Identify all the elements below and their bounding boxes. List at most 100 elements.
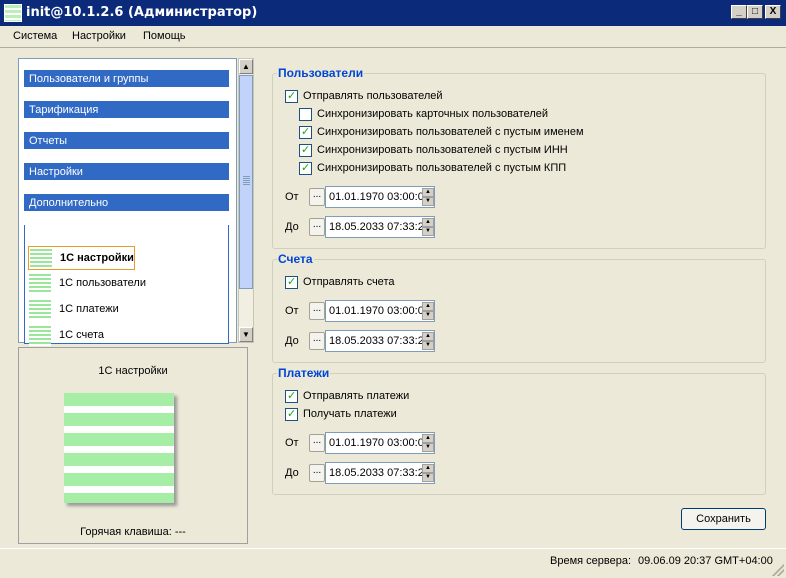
close-button[interactable]: X [765,5,781,19]
datetime-spinner[interactable]: ▲ ▼ [422,218,434,236]
spin-down-icon[interactable]: ▼ [422,341,434,350]
accounts-from-row: От ... 01.01.1970 03:00:00 ▲ ▼ [285,300,455,322]
nav-header-users-groups[interactable]: Пользователи и группы [24,70,229,87]
spin-up-icon[interactable]: ▲ [422,332,434,341]
to-label: До [285,335,299,347]
1c-accounts-icon [29,326,51,346]
1c-settings-large-icon [64,393,174,503]
to-label: До [285,221,299,233]
1c-settings-icon [30,249,52,269]
spin-down-icon[interactable]: ▼ [422,311,434,320]
nav-item-label: 1С настройки [60,252,134,264]
status-bar: Время сервера: 09.06.09 20:37 GMT+04:00 [0,548,786,578]
payments-from-picker-button[interactable]: ... [309,434,325,452]
navigation-panel: Пользователи и группы Тарификация Отчеты… [18,58,237,346]
checkbox-box[interactable] [285,407,298,421]
save-button[interactable]: Сохранить [681,508,766,530]
checkbox-label: Синхронизировать пользователей с пустым … [317,126,584,138]
spin-up-icon[interactable]: ▲ [422,188,434,197]
nav-header-reports[interactable]: Отчеты [24,132,229,149]
menu-settings[interactable]: Настройки [72,30,126,42]
nav-item-1c-users[interactable]: 1С пользователи [28,272,228,296]
spin-down-icon[interactable]: ▼ [422,473,434,482]
nav-item-1c-payments[interactable]: 1С платежи [28,298,228,322]
checkbox-label: Отправлять платежи [303,390,410,402]
menu-bar: Система Настройки Помощь [0,26,786,48]
users-group-title: Пользователи [277,66,365,80]
nav-item-label: 1С платежи [59,303,119,315]
resize-grip-icon[interactable] [772,564,784,576]
checkbox-box[interactable] [299,161,312,175]
scroll-thumb[interactable] [239,75,253,289]
from-label: От [285,437,299,449]
checkbox-label: Синхронизировать пользователей с пустым … [317,144,568,156]
nav-header-additional[interactable]: Дополнительно [24,194,229,211]
datetime-spinner[interactable]: ▲ ▼ [422,434,434,452]
minimize-button[interactable]: _ [731,5,747,19]
datetime-value: 18.05.2033 07:33:20 [329,335,430,347]
nav-item-1c-settings[interactable]: 1С настройки [28,246,135,270]
checkbox-box[interactable] [285,89,298,103]
scroll-down-arrow-icon[interactable]: ▼ [239,327,253,342]
accounts-from-datetime[interactable]: 01.01.1970 03:00:00 ▲ ▼ [325,300,435,322]
server-time-value: 09.06.09 20:37 GMT+04:00 [638,555,773,567]
payments-group: Платежи Отправлять платежи Получать плат… [272,366,766,495]
accounts-from-picker-button[interactable]: ... [309,302,325,320]
1c-users-icon [29,274,51,294]
datetime-value: 18.05.2033 07:33:20 [329,467,430,479]
payments-to-row: До ... 18.05.2033 07:33:20 ▲ ▼ [285,462,455,484]
datetime-spinner[interactable]: ▲ ▼ [422,188,434,206]
checkbox-box[interactable] [299,143,312,157]
checkbox-label: Отправлять счета [303,276,395,288]
window-title: init@10.1.2.6 (Администратор) [26,5,258,20]
checkbox-label: Синхронизировать пользователей с пустым … [317,162,567,174]
accounts-to-picker-button[interactable]: ... [309,332,325,350]
users-to-picker-button[interactable]: ... [309,218,325,236]
checkbox-label: Отправлять пользователей [303,90,443,102]
users-from-picker-button[interactable]: ... [309,188,325,206]
nav-item-1c-accounts[interactable]: 1С счета [28,324,228,348]
datetime-value: 01.01.1970 03:00:00 [329,437,430,449]
nav-scrollbar[interactable]: ▲ ▼ [238,58,254,343]
menu-system[interactable]: Система [13,30,57,42]
spin-down-icon[interactable]: ▼ [422,443,434,452]
accounts-to-datetime[interactable]: 18.05.2033 07:33:20 ▲ ▼ [325,330,435,352]
datetime-spinner[interactable]: ▲ ▼ [422,464,434,482]
from-label: От [285,191,299,203]
nav-header-settings[interactable]: Настройки [24,163,229,180]
checkbox-label: Получать платежи [303,408,397,420]
hotkey-label: Горячая клавиша: --- [80,526,186,538]
checkbox-box[interactable] [285,275,298,289]
spin-up-icon[interactable]: ▲ [422,218,434,227]
users-to-datetime[interactable]: 18.05.2033 07:33:20 ▲ ▼ [325,216,435,238]
nav-item-label: 1С счета [59,329,105,341]
maximize-button[interactable]: □ [747,5,763,19]
spin-up-icon[interactable]: ▲ [422,464,434,473]
nav-1c-list: 1С настройки 1С пользователи 1С платежи … [24,225,229,346]
users-from-datetime[interactable]: 01.01.1970 03:00:00 ▲ ▼ [325,186,435,208]
preview-title: 1С настройки [98,365,168,377]
checkbox-box[interactable] [285,389,298,403]
datetime-spinner[interactable]: ▲ ▼ [422,302,434,320]
spin-down-icon[interactable]: ▼ [422,197,434,206]
checkbox-box[interactable] [299,108,312,121]
payments-from-datetime[interactable]: 01.01.1970 03:00:00 ▲ ▼ [325,432,435,454]
spin-up-icon[interactable]: ▲ [422,302,434,311]
users-to-row: До ... 18.05.2033 07:33:20 ▲ ▼ [285,216,455,238]
accounts-group-title: Счета [277,252,314,266]
checkbox-box[interactable] [299,125,312,139]
datetime-value: 01.01.1970 03:00:00 [329,305,430,317]
spin-up-icon[interactable]: ▲ [422,434,434,443]
datetime-spinner[interactable]: ▲ ▼ [422,332,434,350]
nav-header-billing[interactable]: Тарификация [24,101,229,118]
payments-to-picker-button[interactable]: ... [309,464,325,482]
payments-group-title: Платежи [277,366,331,380]
server-time-label: Время сервера: [550,555,632,567]
scroll-up-arrow-icon[interactable]: ▲ [239,59,253,74]
spin-down-icon[interactable]: ▼ [422,227,434,236]
to-label: До [285,467,299,479]
menu-help[interactable]: Помощь [143,30,186,42]
payments-to-datetime[interactable]: 18.05.2033 07:33:20 ▲ ▼ [325,462,435,484]
preview-panel: 1С настройки Горячая клавиша: --- [18,347,248,544]
app-icon [4,4,22,22]
